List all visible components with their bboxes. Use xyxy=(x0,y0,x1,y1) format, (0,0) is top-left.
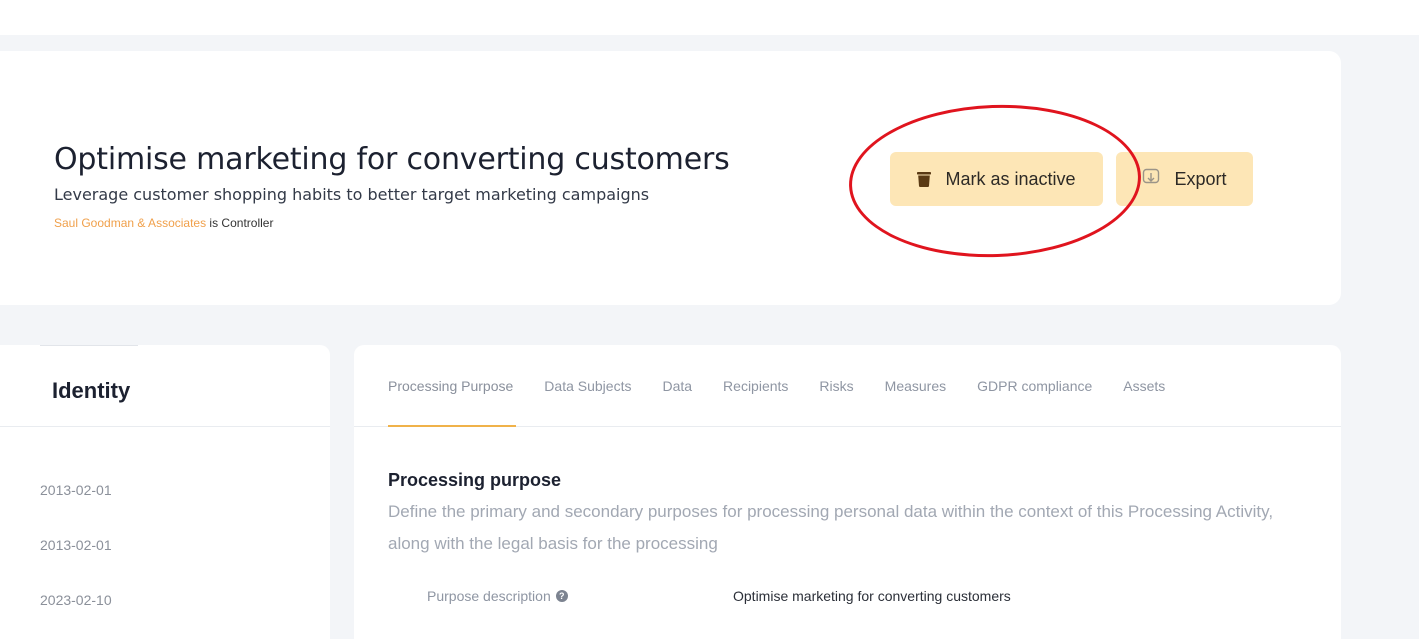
tab-risks[interactable]: Risks xyxy=(819,378,853,394)
tab-gdpr-compliance[interactable]: GDPR compliance xyxy=(977,378,1092,394)
export-button[interactable]: Export xyxy=(1116,152,1253,206)
download-icon xyxy=(1142,168,1160,191)
page-subtitle: Leverage customer shopping habits to bet… xyxy=(54,185,650,204)
active-tab-indicator xyxy=(388,425,516,427)
identity-date: 2013-02-01 xyxy=(40,482,112,498)
tab-data-subjects[interactable]: Data Subjects xyxy=(544,378,631,394)
tab-assets[interactable]: Assets xyxy=(1123,378,1165,394)
help-icon[interactable]: ? xyxy=(555,590,568,602)
divider xyxy=(40,345,138,346)
trash-icon xyxy=(917,171,932,187)
identity-heading: Identity xyxy=(52,378,131,403)
field-label-text: Purpose description xyxy=(427,588,551,604)
controller-line: Saul Goodman & Associates is Controller xyxy=(54,216,273,230)
identity-date: 2023-02-10 xyxy=(40,592,112,608)
mark-inactive-button[interactable]: Mark as inactive xyxy=(890,152,1103,206)
controller-org-link[interactable]: Saul Goodman & Associates xyxy=(54,216,206,230)
tab-recipients[interactable]: Recipients xyxy=(723,378,788,394)
mark-inactive-label: Mark as inactive xyxy=(945,168,1076,189)
tab-processing-purpose[interactable]: Processing Purpose xyxy=(388,378,513,394)
section-title: Processing purpose xyxy=(388,470,562,490)
controller-role: is Controller xyxy=(206,216,274,230)
purpose-description-label: Purpose description ? xyxy=(427,588,568,604)
identity-date: 2013-02-01 xyxy=(40,537,112,553)
divider xyxy=(0,426,330,427)
export-label: Export xyxy=(1174,168,1227,189)
purpose-description-value: Optimise marketing for converting custom… xyxy=(733,588,1011,604)
tab-measures[interactable]: Measures xyxy=(885,378,946,394)
page-title: Optimise marketing for converting custom… xyxy=(54,142,730,177)
tab-data[interactable]: Data xyxy=(662,378,692,394)
tab-bar: Processing Purpose Data Subjects Data Re… xyxy=(388,374,1165,398)
section-description: Define the primary and secondary purpose… xyxy=(388,502,1274,553)
